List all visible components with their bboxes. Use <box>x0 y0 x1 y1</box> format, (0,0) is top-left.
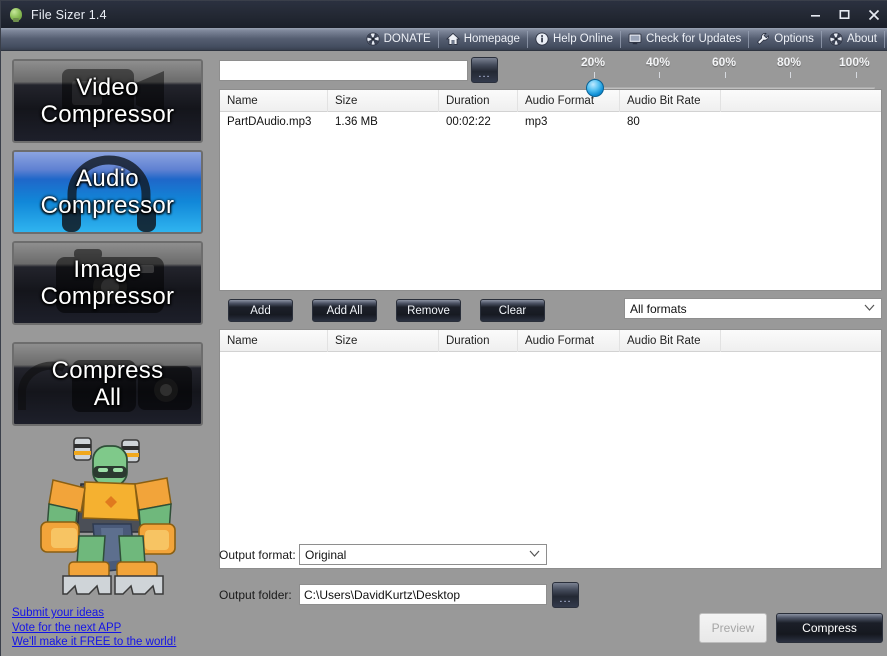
table-row[interactable]: PartDAudio.mp3 1.36 MB 00:02:22 mp3 80 <box>220 112 881 132</box>
toolbar-label-about: About <box>846 33 877 45</box>
slider-tick-20: 20% <box>581 55 606 69</box>
toolbar-item-options[interactable]: Options <box>749 28 821 51</box>
add-button[interactable]: Add <box>228 299 293 322</box>
link-make-it-free[interactable]: We'll make it FREE to the world! <box>12 635 176 650</box>
toolbar-separator <box>820 30 822 48</box>
sidebar-label-audio-compressor: Audio Compressor <box>40 165 175 219</box>
title-bar: File Sizer 1.4 <box>1 1 887 28</box>
sidebar-item-compress-all[interactable]: Compress All <box>12 342 203 426</box>
sidebar-label-compress-all: Compress All <box>51 357 164 411</box>
app-icon <box>8 7 24 23</box>
toolbar-separator <box>884 30 885 48</box>
promo-links: Submit your ideas Vote for the next APP … <box>12 606 176 650</box>
output-folder-label: Output folder: <box>219 588 292 602</box>
shutter-icon <box>829 32 843 46</box>
main-panel: ... Name Size Duration Audio Format Audi… <box>213 51 887 656</box>
column-header-duration[interactable]: Duration <box>439 329 518 352</box>
chevron-down-icon <box>864 304 875 311</box>
slider-tick-80: 80% <box>777 55 802 69</box>
output-format-value: Original <box>305 547 347 562</box>
toolbar-separator <box>437 30 439 48</box>
slider-tick-60: 60% <box>712 55 737 69</box>
wrench-icon <box>757 33 770 45</box>
slider-tick-100: 100% <box>839 55 870 69</box>
chevron-down-icon <box>529 550 540 557</box>
format-filter-value: All formats <box>630 301 687 316</box>
sidebar-label-image-compressor: Image Compressor <box>40 256 175 310</box>
column-header-audio-format[interactable]: Audio Format <box>518 329 620 352</box>
sidebar: Video Compressor Audio Compressor Image … <box>1 51 213 656</box>
slider-track[interactable] <box>587 86 875 89</box>
toolbar-label-donate: DONATE <box>383 33 431 45</box>
column-header-name[interactable]: Name <box>220 329 328 352</box>
toolbar-label-help-online: Help Online <box>552 33 614 45</box>
column-header-audio-bit-rate[interactable]: Audio Bit Rate <box>620 329 721 352</box>
toolbar-separator <box>526 30 528 48</box>
column-header-size[interactable]: Size <box>328 329 439 352</box>
slider-tick-40: 40% <box>646 55 671 69</box>
output-format-label: Output format: <box>219 548 296 562</box>
sidebar-item-video-compressor[interactable]: Video Compressor <box>12 59 203 143</box>
maximize-icon[interactable] <box>830 1 859 28</box>
toolbar: DONATE Homepage Help Online Check for Up… <box>1 28 887 51</box>
browse-dots-label: ... <box>478 68 491 80</box>
quality-slider[interactable]: 20% 40% 60% 80% 100% <box>581 55 881 105</box>
cell-audio-format: mp3 <box>525 116 548 128</box>
clear-button[interactable]: Clear <box>480 299 545 322</box>
sidebar-label-video-compressor: Video Compressor <box>40 74 175 128</box>
browse-source-button[interactable]: ... <box>471 57 498 83</box>
toolbar-item-help-online[interactable]: Help Online <box>528 28 620 51</box>
cell-audio-bit-rate: 80 <box>627 116 640 128</box>
toolbar-label-homepage: Homepage <box>463 33 520 45</box>
output-format-select[interactable]: Original <box>299 544 547 565</box>
add-all-button[interactable]: Add All <box>312 299 377 322</box>
output-folder-input[interactable] <box>299 584 547 605</box>
tick-mark <box>856 72 857 78</box>
tick-mark <box>594 72 595 78</box>
home-icon <box>445 32 460 45</box>
sidebar-item-image-compressor[interactable]: Image Compressor <box>12 241 203 325</box>
browse-output-folder-button[interactable]: ... <box>552 582 579 608</box>
tick-mark <box>790 72 791 78</box>
monitor-icon <box>628 33 642 45</box>
tick-mark <box>659 72 660 78</box>
toolbar-item-donate[interactable]: DONATE <box>359 28 438 51</box>
preview-button[interactable]: Preview <box>699 613 767 643</box>
column-header-duration[interactable]: Duration <box>439 89 518 112</box>
window-controls <box>801 1 887 28</box>
column-header-name[interactable]: Name <box>220 89 328 112</box>
search-path-input[interactable] <box>219 60 468 81</box>
toolbar-separator <box>620 30 622 48</box>
compress-button[interactable]: Compress <box>776 613 883 643</box>
cell-name: PartDAudio.mp3 <box>227 116 312 128</box>
cell-size: 1.36 MB <box>335 116 378 128</box>
slider-thumb[interactable] <box>586 79 604 97</box>
tick-mark <box>725 72 726 78</box>
target-list-header: Name Size Duration Audio Format Audio Bi… <box>220 329 881 352</box>
close-icon[interactable] <box>859 1 887 28</box>
link-submit-your-ideas[interactable]: Submit your ideas <box>12 606 176 621</box>
minimize-icon[interactable] <box>801 1 830 28</box>
toolbar-item-about[interactable]: About <box>822 28 884 51</box>
window-title: File Sizer 1.4 <box>31 7 107 22</box>
sidebar-item-audio-compressor[interactable]: Audio Compressor <box>12 150 203 234</box>
toolbar-label-options: Options <box>774 33 814 45</box>
info-icon <box>535 32 549 46</box>
toolbar-separator <box>748 30 750 48</box>
target-file-list[interactable]: Name Size Duration Audio Format Audio Bi… <box>219 329 882 569</box>
toolbar-label-check-for-updates: Check for Updates <box>646 33 742 45</box>
column-header-filler <box>721 330 881 352</box>
format-filter-select[interactable]: All formats <box>624 298 882 319</box>
browse-dots-label: ... <box>559 593 572 605</box>
remove-button[interactable]: Remove <box>396 299 461 322</box>
toolbar-item-check-for-updates[interactable]: Check for Updates <box>621 28 748 51</box>
column-header-size[interactable]: Size <box>328 89 439 112</box>
link-vote-next-app[interactable]: Vote for the next APP <box>12 621 176 636</box>
toolbar-item-homepage[interactable]: Homepage <box>439 28 527 51</box>
application-window: File Sizer 1.4 DONATE Homepage Help Onli… <box>0 0 887 656</box>
source-file-list[interactable]: Name Size Duration Audio Format Audio Bi… <box>219 89 882 291</box>
cell-duration: 00:02:22 <box>446 116 491 128</box>
shutter-icon <box>366 32 380 46</box>
robot-mascot-image <box>19 436 199 604</box>
